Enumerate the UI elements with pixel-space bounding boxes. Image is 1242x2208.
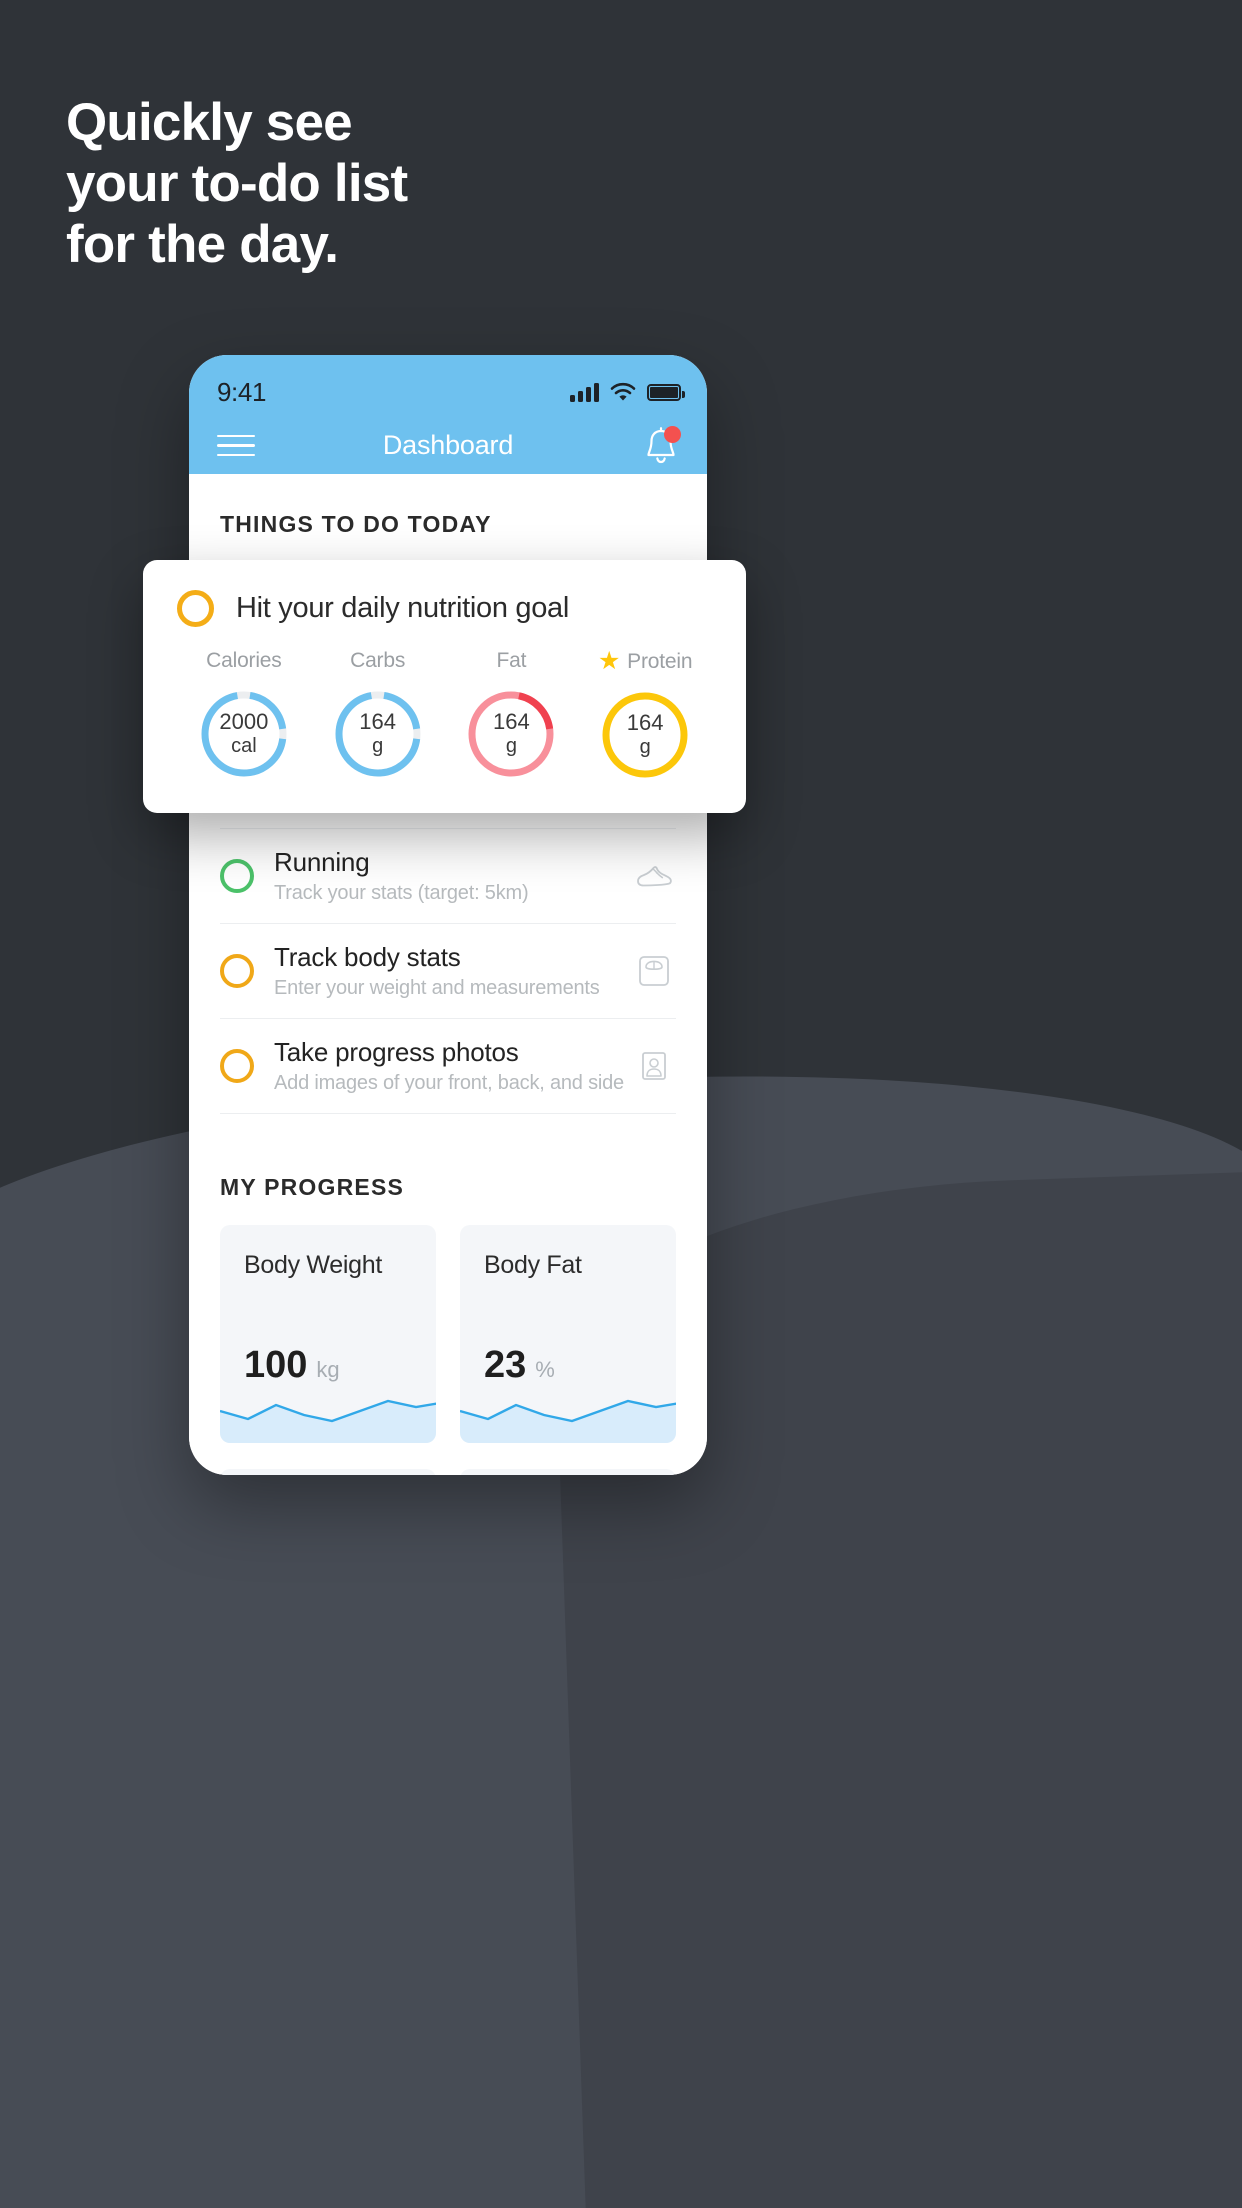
battery-full-icon: [647, 383, 685, 401]
progress-section: MY PROGRESS Body Weight 100 kg Body Fat: [189, 1114, 707, 1475]
task-title: Running: [274, 847, 370, 877]
status-bar-clock: 9:41: [217, 376, 267, 407]
macro-value: 164: [359, 709, 396, 735]
progress-card-grid: Body Weight 100 kg Body Fat 23 %: [220, 1225, 676, 1443]
task-subtitle: Track your stats (target: 5km): [274, 882, 529, 904]
task-title: Take progress photos: [274, 1037, 519, 1067]
progress-card-body-weight[interactable]: Body Weight 100 kg: [220, 1225, 436, 1443]
progress-card-title: Body Fat: [484, 1251, 582, 1279]
nutrition-card-title: Hit your daily nutrition goal: [236, 592, 570, 624]
progress-card-partial[interactable]: [220, 1469, 436, 1475]
progress-card-grid-next-row: [220, 1469, 676, 1475]
macro-label-wrap: ★ Protein: [597, 647, 693, 675]
macro-calories[interactable]: Calories 2000 cal: [177, 649, 311, 782]
task-text: Running Track your stats (target: 5km): [274, 847, 632, 905]
notifications-button[interactable]: [641, 425, 681, 467]
macro-value: 2000: [219, 709, 269, 735]
headline-line-3: for the day.: [66, 215, 339, 274]
cellular-bars-icon: [570, 382, 599, 402]
task-checkbox-icon[interactable]: [220, 1049, 254, 1083]
task-text: Take progress photos Add images of your …: [274, 1037, 632, 1095]
headline-line-1: Quickly see: [66, 93, 353, 152]
task-row-running[interactable]: Running Track your stats (target: 5km): [220, 828, 676, 924]
macro-unit: g: [505, 735, 517, 758]
macro-label: Fat: [496, 649, 527, 672]
macro-fat[interactable]: Fat 164 g: [445, 649, 579, 782]
section-title-progress: MY PROGRESS: [220, 1174, 405, 1200]
task-title: Track body stats: [274, 942, 461, 972]
macro-label: Calories: [206, 649, 282, 672]
macro-label: Protein: [627, 649, 693, 673]
macro-donut-text: 2000 cal: [197, 687, 291, 781]
progress-card-partial[interactable]: [460, 1469, 676, 1475]
person-photo-icon: [642, 1052, 666, 1080]
task-subtitle: Add images of your front, back, and side: [274, 1072, 624, 1094]
macro-value: 164: [493, 709, 530, 735]
nutrition-goal-card[interactable]: Hit your daily nutrition goal Calories 2…: [143, 560, 746, 813]
app-bar: Dashboard: [189, 417, 707, 474]
page-title: Dashboard: [382, 430, 514, 460]
macro-unit: g: [639, 736, 651, 759]
hamburger-menu-icon[interactable]: [217, 428, 255, 464]
task-row-body-stats[interactable]: Track body stats Enter your weight and m…: [220, 924, 676, 1019]
macro-unit: g: [372, 735, 384, 758]
macro-donut-text: 164 g: [331, 687, 425, 781]
nutrition-card-header: Hit your daily nutrition goal: [177, 590, 712, 627]
task-subtitle: Enter your weight and measurements: [274, 977, 600, 999]
task-text: Track body stats Enter your weight and m…: [274, 942, 632, 1000]
headline-line-2: your to-do list: [66, 154, 408, 213]
macro-protein[interactable]: ★ Protein 164 g: [578, 649, 712, 782]
sparkline-chart: [220, 1399, 436, 1443]
macro-donut-text: 164 g: [598, 688, 692, 782]
macro-donut: 164 g: [464, 687, 558, 781]
running-shoe-icon: [637, 866, 672, 887]
macro-value: 164: [626, 710, 664, 736]
phone-mockup: 9:41 Dashboard THINGS TO DO TODAY Runnin…: [189, 355, 707, 1475]
task-checkbox-icon[interactable]: [220, 859, 254, 893]
sparkline-chart: [460, 1399, 676, 1443]
progress-card-body-fat[interactable]: Body Fat 23 %: [460, 1225, 676, 1443]
macro-label-wrap: Calories: [206, 649, 282, 673]
section-title-todo: THINGS TO DO TODAY: [220, 511, 492, 537]
macro-donut: 164 g: [598, 688, 692, 782]
macro-donut-text: 164 g: [464, 687, 558, 781]
nutrition-checkbox-icon[interactable]: [177, 590, 214, 627]
macro-label-wrap: Carbs: [350, 649, 405, 673]
macro-unit: cal: [231, 735, 257, 758]
macro-ring-group: Calories 2000 cal Carbs 164 g Fat 164 g …: [177, 649, 712, 782]
status-bar-indicators: [570, 382, 685, 402]
progress-card-title: Body Weight: [244, 1251, 382, 1279]
macro-label-wrap: Fat: [497, 649, 527, 673]
task-list: Running Track your stats (target: 5km) T…: [189, 828, 707, 1114]
task-row-progress-photos[interactable]: Take progress photos Add images of your …: [220, 1019, 676, 1114]
status-bar: 9:41: [189, 355, 707, 417]
notification-badge-dot: [664, 425, 681, 443]
macro-donut: 2000 cal: [197, 687, 291, 781]
marketing-headline: Quickly see your to-do list for the day.: [66, 92, 408, 275]
star-icon: ★: [597, 647, 621, 675]
wifi-icon: [610, 382, 636, 401]
weight-scale-icon: [639, 956, 669, 986]
macro-label: Carbs: [350, 649, 406, 672]
task-checkbox-icon[interactable]: [220, 954, 254, 988]
macro-donut: 164 g: [331, 687, 425, 781]
macro-carbs[interactable]: Carbs 164 g: [311, 649, 445, 782]
